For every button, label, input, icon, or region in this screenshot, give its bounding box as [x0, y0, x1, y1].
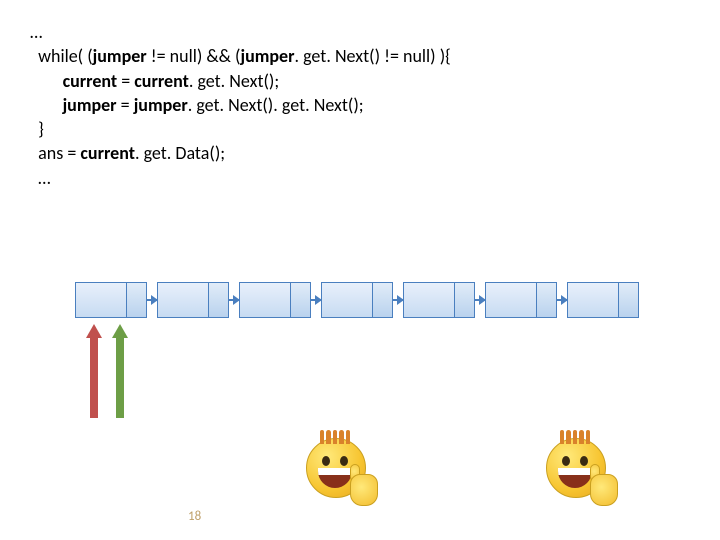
list-link-arrow	[557, 299, 567, 301]
t: =	[117, 70, 134, 92]
kw-current: current	[63, 70, 118, 92]
list-node	[239, 282, 311, 318]
kw-jumper: jumper	[240, 45, 294, 67]
list-node	[485, 282, 557, 318]
linked-list-diagram	[75, 282, 639, 318]
kw-current: current	[134, 70, 189, 92]
jumper-pointer-arrow	[112, 324, 128, 418]
code-line-2: while( (jumper != null) && (jumper. get.…	[30, 44, 451, 68]
list-link-arrow	[229, 299, 239, 301]
list-link-arrow	[311, 299, 321, 301]
kw-current: current	[80, 142, 135, 164]
list-link-arrow	[475, 299, 485, 301]
list-node	[321, 282, 393, 318]
thumbs-up-emoji-icon	[540, 432, 612, 504]
list-node	[157, 282, 229, 318]
code-line-4: jumper = jumper. get. Next(). get. Next(…	[30, 93, 451, 117]
t: . get. Next() != null) ){	[295, 45, 451, 67]
t: . get. Next(). get. Next();	[188, 94, 364, 116]
page-number: 18	[188, 509, 201, 524]
code-line-1: …	[30, 20, 451, 44]
code-line-5: }	[30, 117, 451, 141]
t: . get. Data();	[135, 142, 225, 164]
code-line-3: current = current. get. Next();	[30, 69, 451, 93]
list-node	[403, 282, 475, 318]
list-link-arrow	[147, 299, 157, 301]
code-block: … while( (jumper != null) && (jumper. ge…	[30, 20, 451, 190]
ellipsis: …	[38, 167, 50, 189]
t: != null) && (	[147, 45, 241, 67]
t: . get. Next();	[189, 70, 279, 92]
list-link-arrow	[393, 299, 403, 301]
code-line-6: ans = current. get. Data();	[30, 141, 451, 165]
t: ans =	[38, 142, 80, 164]
kw-jumper: jumper	[134, 94, 188, 116]
t: while( (	[38, 45, 93, 67]
ellipsis: …	[30, 21, 42, 43]
kw-jumper: jumper	[93, 45, 147, 67]
current-pointer-arrow	[86, 324, 102, 418]
list-node	[75, 282, 147, 318]
thumbs-up-emoji-icon	[300, 432, 372, 504]
brace: }	[38, 118, 44, 140]
kw-jumper: jumper	[63, 94, 117, 116]
code-line-7: …	[30, 166, 451, 190]
t: =	[117, 94, 134, 116]
list-node	[567, 282, 639, 318]
